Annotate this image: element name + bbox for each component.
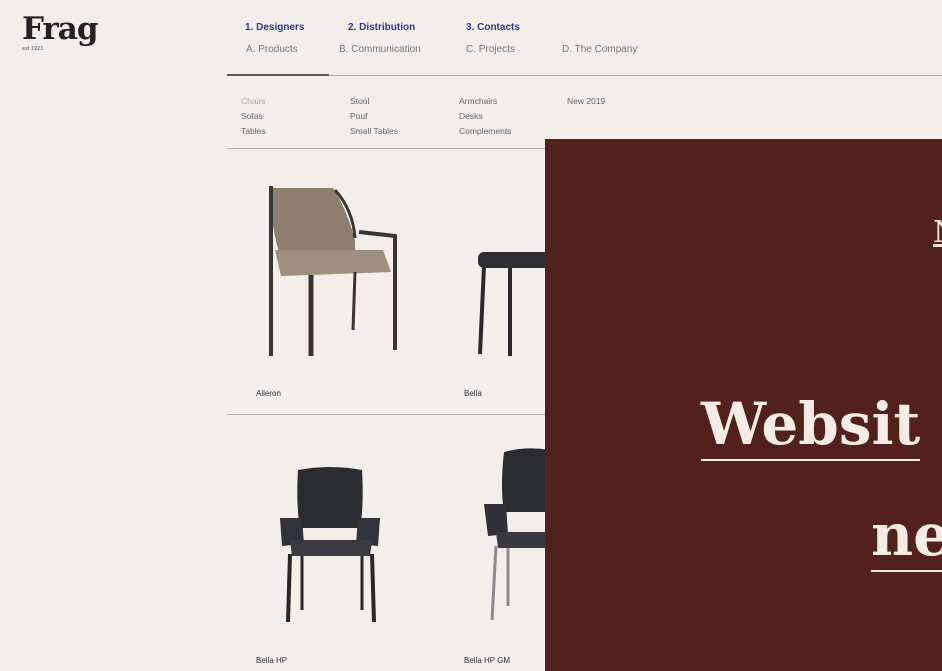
category-stool[interactable]: Stool [350, 94, 398, 109]
product-name-aileron[interactable]: Aileron [256, 389, 281, 398]
aileron-chair-image[interactable] [255, 180, 405, 360]
category-new-2019[interactable]: New 2019 [567, 94, 605, 109]
category-column-3: Armchairs Desks Complements [459, 94, 511, 139]
bella-hp-gm-chair-image[interactable] [484, 448, 550, 626]
active-tab-indicator [227, 74, 329, 76]
overlay-headline-line-1[interactable]: Websit [701, 395, 921, 461]
category-column-2: Stool Pouf Small Tables [350, 94, 398, 139]
category-desks[interactable]: Desks [459, 109, 511, 124]
category-column-1: Chairs Sofas Tables [241, 94, 266, 139]
category-chairs[interactable]: Chairs [241, 94, 266, 109]
overlay-link[interactable]: N [933, 215, 942, 250]
nav-projects[interactable]: C. Projects [466, 44, 515, 55]
nav-communication[interactable]: B. Communication [339, 44, 421, 55]
brand-logo[interactable]: Frag est 1921 [22, 11, 99, 53]
product-name-bella-hp-gm[interactable]: Bella HP GM [464, 656, 510, 665]
category-small-tables[interactable]: Small Tables [350, 124, 398, 139]
website-notice-overlay: N Websit ne [545, 139, 942, 671]
nav-the-company[interactable]: D. The Company [562, 44, 637, 55]
category-column-4: New 2019 [567, 94, 605, 109]
category-pouf[interactable]: Pouf [350, 109, 398, 124]
product-name-bella-hp[interactable]: Bella HP [256, 656, 287, 665]
nav-divider [227, 75, 942, 76]
overlay-headline-line-2[interactable]: ne [871, 506, 942, 572]
category-armchairs[interactable]: Armchairs [459, 94, 511, 109]
brand-name: Frag [22, 11, 99, 47]
nav-designers[interactable]: 1. Designers [245, 22, 304, 33]
bella-chair-image[interactable] [470, 248, 550, 358]
category-tables[interactable]: Tables [241, 124, 266, 139]
category-sofas[interactable]: Sofas [241, 109, 266, 124]
nav-contacts[interactable]: 3. Contacts [466, 22, 520, 33]
product-name-bella[interactable]: Bella [464, 389, 482, 398]
nav-distribution[interactable]: 2. Distribution [348, 22, 415, 33]
bella-hp-chair-image[interactable] [276, 466, 386, 626]
nav-products[interactable]: A. Products [246, 44, 298, 55]
category-complements[interactable]: Complements [459, 124, 511, 139]
